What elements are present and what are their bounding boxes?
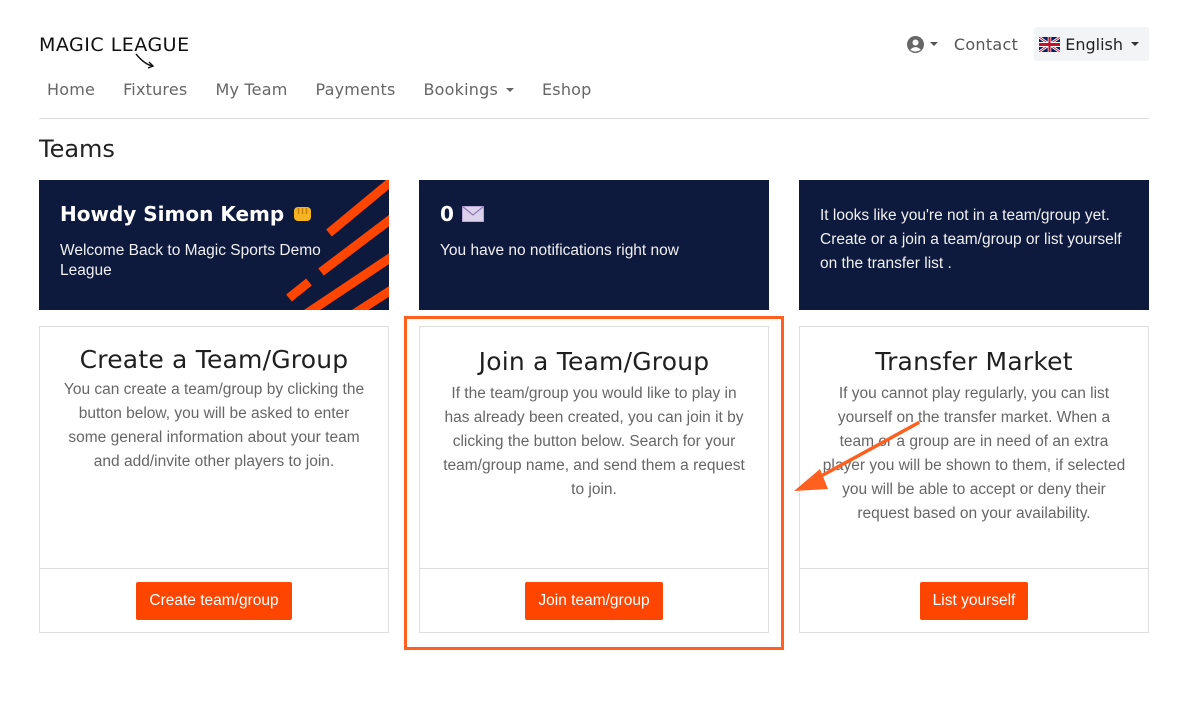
notifications-header: 0 xyxy=(440,202,484,226)
logo-arrow-icon xyxy=(135,53,155,69)
greeting-card: Howdy Simon Kemp Welcome Back to Magic S… xyxy=(39,180,389,310)
uk-flag-icon xyxy=(1039,36,1061,52)
chevron-down-icon xyxy=(1131,42,1139,46)
chevron-down-icon xyxy=(929,42,938,46)
header: MAGIC LEAGUE Contact English Home Fixtur… xyxy=(39,27,1149,118)
nav-fixtures[interactable]: Fixtures xyxy=(123,80,187,99)
page-title: Teams xyxy=(39,135,115,163)
transfer-market-description: If you cannot play regularly, you can li… xyxy=(822,385,1126,522)
join-team-card: Join a Team/Group If the team/group you … xyxy=(419,326,769,633)
nav-my-team[interactable]: My Team xyxy=(215,80,287,99)
header-divider xyxy=(39,118,1149,119)
nav-home[interactable]: Home xyxy=(47,80,95,99)
nav-payments[interactable]: Payments xyxy=(316,80,396,99)
logo[interactable]: MAGIC LEAGUE xyxy=(39,33,199,69)
create-team-button[interactable]: Create team/group xyxy=(136,581,292,620)
chevron-down-icon xyxy=(505,87,514,92)
user-menu-toggle[interactable] xyxy=(906,35,938,53)
nav-bookings-label: Bookings xyxy=(423,80,498,99)
notification-count: 0 xyxy=(440,202,454,226)
logo-text: MAGIC LEAGUE xyxy=(39,34,190,56)
list-yourself-button[interactable]: List yourself xyxy=(919,581,1029,620)
join-team-title: Join a Team/Group xyxy=(478,347,710,376)
nav-bookings[interactable]: Bookings xyxy=(423,80,514,99)
transfer-market-footer: List yourself xyxy=(800,568,1148,632)
team-status-message: It looks like you're not in a team/group… xyxy=(820,207,1122,272)
notifications-message: You have no notifications right now xyxy=(440,242,679,259)
join-team-description: If the team/group you would like to play… xyxy=(443,385,745,498)
create-team-footer: Create team/group xyxy=(40,568,388,632)
user-circle-icon xyxy=(906,35,924,53)
main-nav: Home Fixtures My Team Payments Bookings … xyxy=(47,80,620,99)
create-team-description: You can create a team/group by clicking … xyxy=(63,381,365,470)
transfer-market-title: Transfer Market xyxy=(875,347,1073,376)
join-team-button[interactable]: Join team/group xyxy=(525,581,663,620)
header-actions: Contact English xyxy=(906,27,1149,61)
fist-icon xyxy=(294,207,312,221)
contact-link[interactable]: Contact xyxy=(954,35,1018,54)
envelope-icon xyxy=(461,206,484,222)
join-team-footer: Join team/group xyxy=(420,568,768,632)
language-label: English xyxy=(1065,34,1123,54)
notifications-card: 0 You have no notifications right now xyxy=(419,180,769,310)
team-status-card: It looks like you're not in a team/group… xyxy=(799,180,1149,310)
nav-eshop[interactable]: Eshop xyxy=(542,80,592,99)
create-team-card: Create a Team/Group You can create a tea… xyxy=(39,326,389,633)
transfer-market-card: Transfer Market If you cannot play regul… xyxy=(799,326,1149,633)
greeting-title: Howdy Simon Kemp xyxy=(60,202,313,226)
greeting-text: Howdy Simon Kemp xyxy=(60,202,285,226)
greeting-message: Welcome Back to Magic Sports Demo League xyxy=(60,242,321,279)
create-team-title: Create a Team/Group xyxy=(79,345,349,374)
language-selector[interactable]: English xyxy=(1034,27,1149,61)
